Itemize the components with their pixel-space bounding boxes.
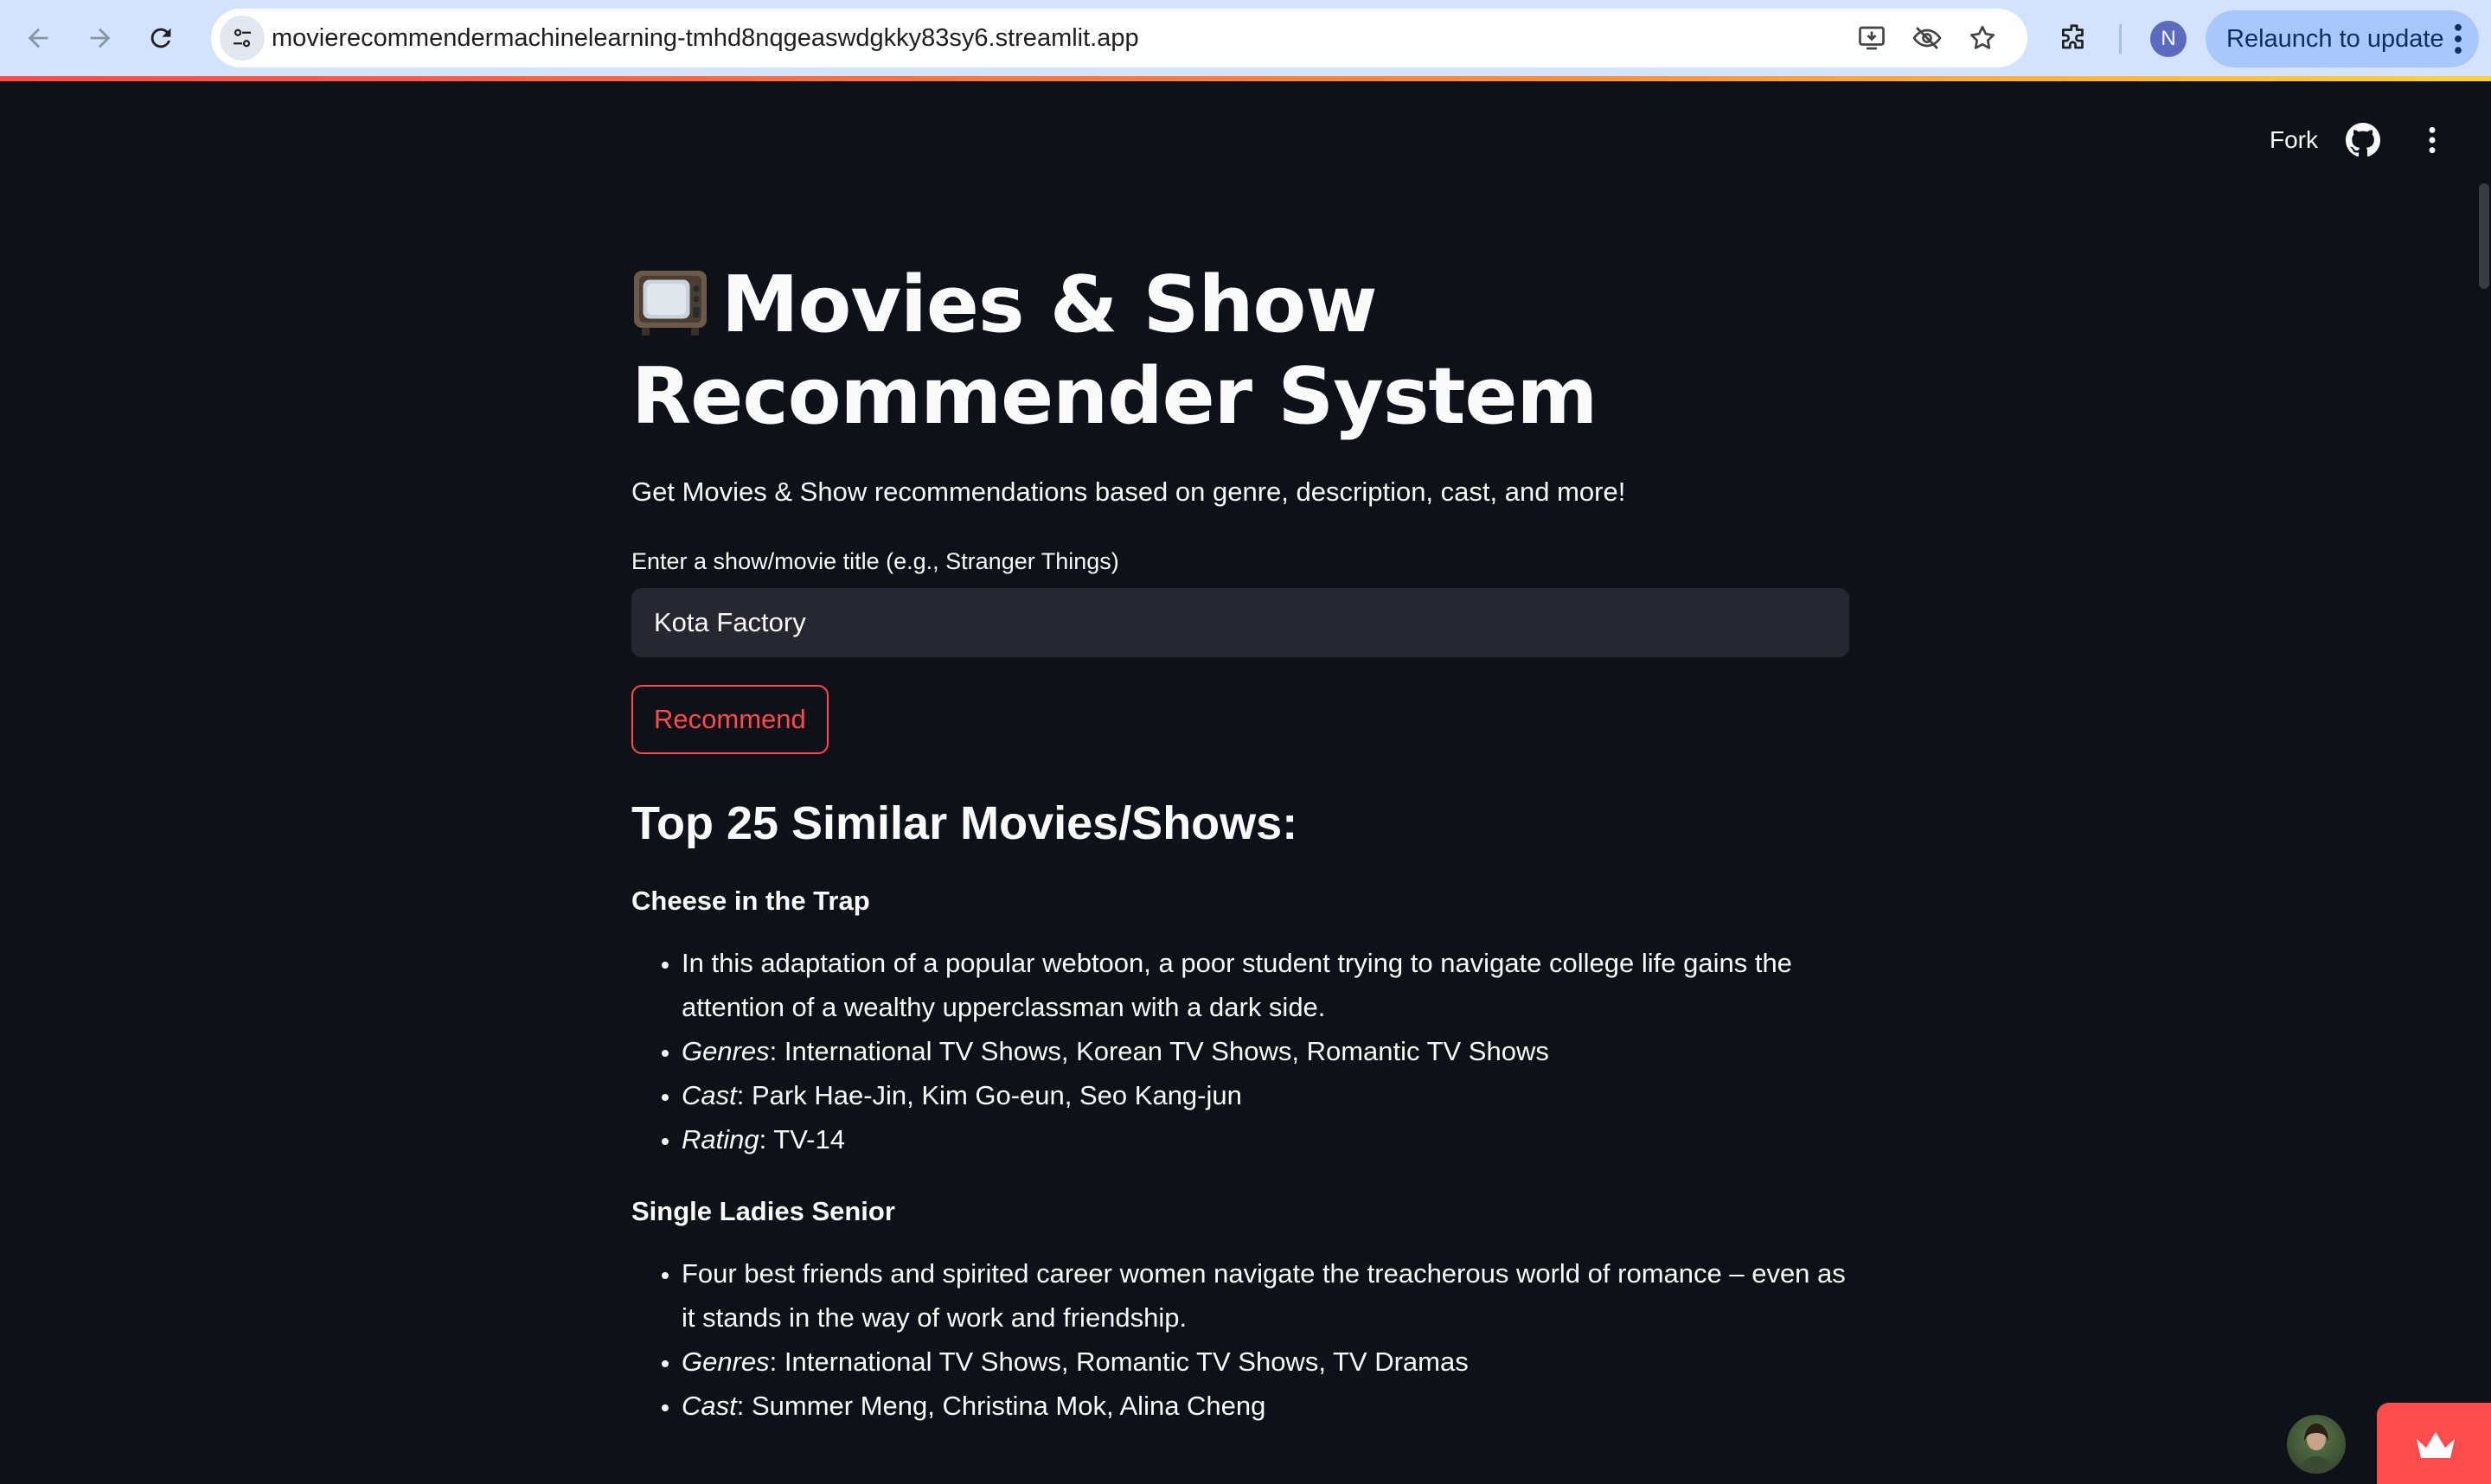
rating-value: : TV-14 — [759, 1124, 845, 1155]
reload-icon — [150, 28, 171, 48]
cast-item: Cast: Summer Meng, Christina Mok, Alina … — [682, 1384, 1849, 1428]
eye-off-icon[interactable] — [1908, 19, 1946, 57]
recommendation-details: In this adaptation of a popular webtoon,… — [631, 941, 1849, 1161]
genres-item: Genres: International TV Shows, Korean T… — [682, 1029, 1849, 1073]
reload-button[interactable] — [137, 14, 185, 62]
recommendation-details: Four best friends and spirited career wo… — [631, 1251, 1849, 1428]
cast-item: Cast: Park Hae-Jin, Kim Go-eun, Seo Kang… — [682, 1073, 1849, 1117]
forward-button[interactable] — [76, 14, 125, 62]
title-input[interactable] — [631, 588, 1849, 657]
page-subtitle: Get Movies & Show recommendations based … — [631, 477, 1626, 507]
cast-label: Cast — [682, 1391, 737, 1421]
description-item: Four best friends and spirited career wo… — [682, 1251, 1849, 1340]
tv-icon — [634, 271, 707, 336]
arrow-right-icon — [90, 28, 111, 48]
fork-link[interactable]: Fork — [2270, 126, 2318, 154]
arrow-left-icon — [28, 28, 48, 48]
crown-icon — [2417, 1432, 2455, 1458]
address-bar[interactable]: movierecommendermachinelearning-tmhd8nqg… — [211, 9, 2027, 67]
page-title: Movies & Show Recommender System — [631, 259, 1849, 443]
recommend-button[interactable]: Recommend — [631, 685, 829, 754]
cast-value: : Summer Meng, Christina Mok, Alina Chen… — [736, 1391, 1266, 1421]
genres-value: : International TV Shows, Romantic TV Sh… — [769, 1346, 1469, 1377]
cast-value: : Park Hae-Jin, Kim Go-eun, Seo Kang-jun — [736, 1080, 1242, 1110]
rating-label: Rating — [682, 1124, 759, 1155]
person-icon — [2299, 1423, 2334, 1474]
toolbar-divider — [2119, 24, 2122, 54]
genres-label: Genres — [682, 1036, 770, 1066]
relaunch-label: Relaunch to update — [2226, 25, 2444, 53]
rating-item: Rating: TV-14 — [682, 1117, 1849, 1161]
main-menu-icon[interactable] — [2415, 123, 2449, 157]
install-app-icon[interactable] — [1853, 19, 1891, 57]
description-item: In this adaptation of a popular webtoon,… — [682, 941, 1849, 1029]
genres-item: Genres: International TV Shows, Romantic… — [682, 1340, 1849, 1384]
bookmark-star-icon[interactable] — [1963, 19, 2001, 57]
page-title-text: Movies & Show Recommender System — [631, 259, 1598, 442]
recommendation-title: Single Ladies Senior — [631, 1196, 895, 1226]
cast-label: Cast — [682, 1080, 737, 1110]
site-info-button[interactable] — [220, 16, 265, 61]
tune-icon — [234, 29, 251, 48]
back-button[interactable] — [14, 14, 62, 62]
relaunch-button[interactable]: Relaunch to update — [2206, 10, 2479, 67]
title-input-label: Enter a show/movie title (e.g., Stranger… — [631, 548, 1119, 574]
extensions-icon[interactable] — [2055, 19, 2093, 57]
browser-toolbar: movierecommendermachinelearning-tmhd8nqg… — [0, 0, 2491, 81]
viewer-avatar[interactable] — [2287, 1415, 2346, 1474]
genres-label: Genres — [682, 1346, 770, 1377]
results-heading: Top 25 Similar Movies/Shows: — [631, 797, 1298, 849]
page-scrollbar[interactable] — [2479, 183, 2489, 289]
genres-value: : International TV Shows, Korean TV Show… — [769, 1036, 1549, 1066]
page-loading-bar — [0, 76, 2491, 81]
streamlit-badge[interactable] — [2377, 1403, 2491, 1484]
url-text[interactable]: movierecommendermachinelearning-tmhd8nqg… — [272, 9, 1139, 67]
profile-avatar[interactable]: N — [2150, 21, 2187, 57]
github-icon[interactable] — [2346, 123, 2380, 157]
recommendation-title: Cheese in the Trap — [631, 886, 870, 916]
more-vert-icon — [2455, 23, 2462, 54]
main-content: Movies & Show Recommender System Get Mov… — [631, 259, 1849, 1428]
